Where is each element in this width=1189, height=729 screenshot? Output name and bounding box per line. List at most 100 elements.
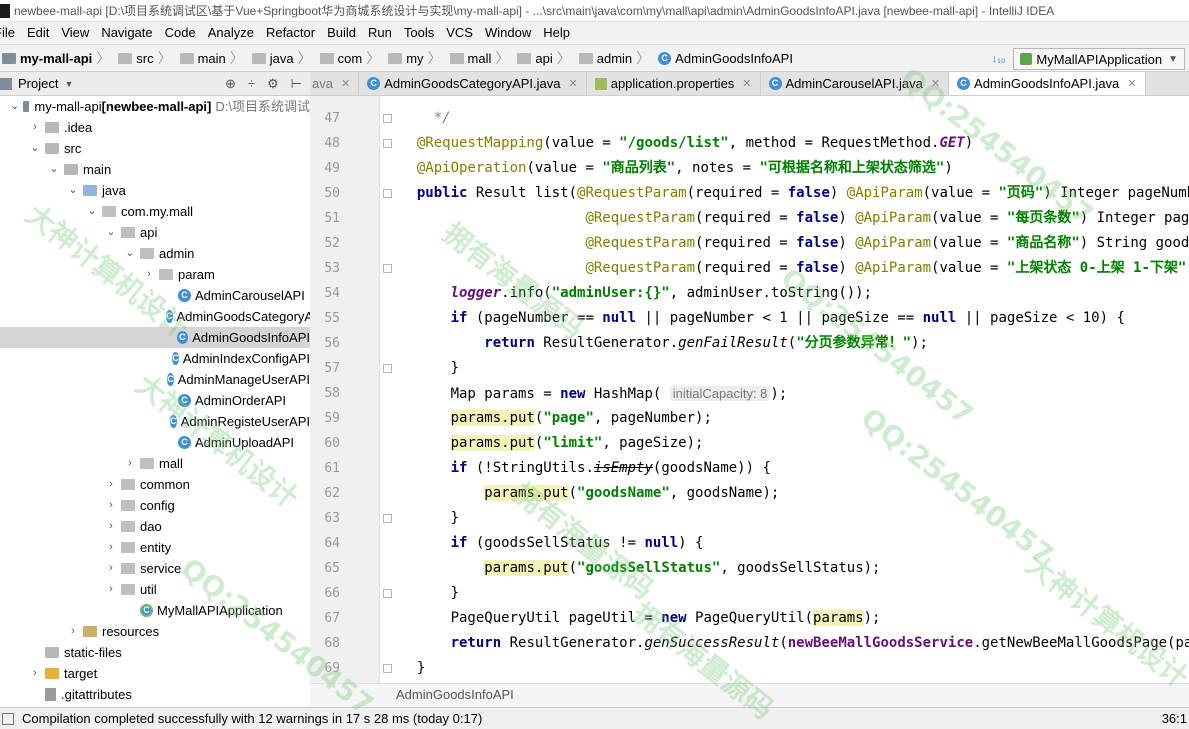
code-line[interactable]: return ResultGenerator.genSuccessResult(… xyxy=(400,631,1189,656)
tree-item[interactable]: ⌄ my-mall-api [newbee-mall-api] D:\项目系统调试 xyxy=(0,96,310,117)
editor-tab[interactable]: C AdminGoodsCategoryAPI.java ✕ xyxy=(359,72,587,95)
editor-tab[interactable]: application.properties ✕ xyxy=(587,72,761,95)
editor-breadcrumb-label[interactable]: AdminGoodsInfoAPI xyxy=(396,687,514,702)
run-config-dropdown[interactable]: MyMallAPIApplication ▼ xyxy=(1013,48,1185,70)
expand-arrow-icon[interactable]: › xyxy=(105,558,117,579)
code-line[interactable]: params.put("limit", pageSize); xyxy=(400,431,703,456)
breadcrumb-item[interactable]: api 〉 xyxy=(515,44,576,72)
tree-item[interactable]: ⌄ api xyxy=(0,222,310,243)
caret-position[interactable]: 36:1 xyxy=(1162,711,1187,726)
expand-arrow-icon[interactable]: › xyxy=(29,663,41,684)
expand-arrow-icon[interactable]: › xyxy=(105,537,117,558)
gear-icon[interactable]: ⚙ xyxy=(267,76,279,92)
code-area[interactable]: */ @RequestMapping(value = "/goods/list"… xyxy=(380,96,1189,683)
collapse-arrow-icon[interactable]: ⌄ xyxy=(105,222,117,243)
collapse-arrow-icon[interactable]: ⌄ xyxy=(86,201,98,222)
code-line[interactable]: if (goodsSellStatus != null) { xyxy=(400,531,704,556)
tree-item[interactable]: › param xyxy=(0,264,310,285)
tree-item[interactable]: ⌄ admin xyxy=(0,243,310,264)
code-line[interactable]: @RequestParam(required = false) @ApiPara… xyxy=(400,231,1189,256)
chevron-down-icon[interactable]: ▼ xyxy=(64,79,73,89)
tree-item[interactable]: › util xyxy=(0,579,310,600)
code-line[interactable]: @RequestParam(required = false) @ApiPara… xyxy=(400,256,1189,281)
menu-code[interactable]: Code xyxy=(159,22,202,44)
tree-item[interactable]: › entity xyxy=(0,537,310,558)
locate-icon[interactable]: ⊕ xyxy=(225,76,236,92)
close-icon[interactable]: ✕ xyxy=(1127,77,1136,90)
breadcrumb-item[interactable]: java 〉 xyxy=(250,44,318,72)
tree-item[interactable]: › resources xyxy=(0,621,310,642)
editor-tab[interactable]: C AdminCarouselAPI.java ✕ xyxy=(761,72,950,95)
menu-navigate[interactable]: Navigate xyxy=(95,22,158,44)
tree-item[interactable]: › .idea xyxy=(0,117,310,138)
menu-vcs[interactable]: VCS xyxy=(440,22,479,44)
menu-build[interactable]: Build xyxy=(321,22,362,44)
code-line[interactable]: public Result list(@RequestParam(require… xyxy=(400,181,1189,206)
code-line[interactable]: } xyxy=(400,506,459,531)
expand-arrow-icon[interactable]: › xyxy=(67,621,79,642)
code-line[interactable]: params.put("goodsName", goodsName); xyxy=(400,481,779,506)
tree-item[interactable]: › target xyxy=(0,663,310,684)
breadcrumb-item[interactable]: mall 〉 xyxy=(448,44,516,72)
collapse-arrow-icon[interactable]: ⌄ xyxy=(48,159,60,180)
tree-item[interactable]: › common xyxy=(0,474,310,495)
breadcrumb-item[interactable]: com 〉 xyxy=(318,44,387,72)
expand-arrow-icon[interactable]: › xyxy=(105,516,117,537)
code-line[interactable]: Map params = new HashMap( initialCapacit… xyxy=(400,381,787,406)
collapse-all-icon[interactable]: ÷ xyxy=(248,76,255,92)
expand-arrow-icon[interactable]: › xyxy=(29,117,41,138)
tree-item[interactable]: static-files xyxy=(0,642,310,663)
code-line[interactable]: params.put("page", pageNumber); xyxy=(400,406,712,431)
tree-item[interactable]: C AdminOrderAPI xyxy=(0,390,310,411)
code-line[interactable]: } xyxy=(400,656,425,681)
code-line[interactable]: PageQueryUtil pageUtil = new PageQueryUt… xyxy=(400,606,880,631)
project-panel-title[interactable]: Project xyxy=(18,76,58,91)
editor-breadcrumb[interactable]: AdminGoodsInfoAPI xyxy=(310,683,1189,707)
menu-file[interactable]: File xyxy=(0,22,21,44)
editor-tab[interactable]: C AdminGoodsInfoAPI.java ✕ xyxy=(949,72,1146,95)
tree-item[interactable]: C MyMallAPIApplication xyxy=(0,600,310,621)
code-line[interactable]: if (pageNumber == null || pageNumber < 1… xyxy=(400,306,1125,331)
menu-run[interactable]: Run xyxy=(362,22,398,44)
breadcrumb-item[interactable]: src 〉 xyxy=(116,44,177,72)
code-line[interactable]: @RequestMapping(value = "/goods/list", m… xyxy=(400,131,973,156)
tree-item[interactable]: › mall xyxy=(0,453,310,474)
code-line[interactable]: */ xyxy=(400,106,451,131)
code-line[interactable]: logger.info("adminUser:{}", adminUser.to… xyxy=(400,281,872,306)
status-message[interactable]: Compilation completed successfully with … xyxy=(22,711,482,726)
breadcrumb-item[interactable]: admin 〉 xyxy=(577,44,656,72)
code-line[interactable]: } xyxy=(400,581,459,606)
close-icon[interactable]: ✕ xyxy=(569,77,578,90)
collapse-arrow-icon[interactable]: ⌄ xyxy=(124,243,136,264)
breadcrumb-item[interactable]: my-mall-api 〉 xyxy=(0,44,116,72)
tree-item[interactable]: C AdminManageUserAPI xyxy=(0,369,310,390)
sort-icon[interactable]: ↓₁₀ xyxy=(992,53,1006,65)
breadcrumb-item[interactable]: C AdminGoodsInfoAPI xyxy=(656,44,795,72)
expand-arrow-icon[interactable]: › xyxy=(124,453,136,474)
menu-view[interactable]: View xyxy=(55,22,95,44)
code-line[interactable]: } xyxy=(400,356,459,381)
tree-item[interactable]: ⌄ java xyxy=(0,180,310,201)
close-icon[interactable]: ✕ xyxy=(341,77,350,90)
breadcrumb-item[interactable]: my 〉 xyxy=(386,44,447,72)
expand-arrow-icon[interactable]: › xyxy=(143,264,155,285)
collapse-arrow-icon[interactable]: ⌄ xyxy=(10,96,19,117)
menu-window[interactable]: Window xyxy=(479,22,537,44)
tree-item[interactable]: C AdminGoodsInfoAPI xyxy=(0,327,310,348)
tree-item[interactable]: C AdminCarouselAPI xyxy=(0,285,310,306)
close-icon[interactable]: ✕ xyxy=(931,77,940,90)
menu-analyze[interactable]: Analyze xyxy=(202,22,260,44)
tree-item[interactable]: .gitattributes xyxy=(0,684,310,705)
close-icon[interactable]: ✕ xyxy=(742,77,751,90)
editor-gutter[interactable]: 47 48 49 50 51 52 53 54 55 56 57 58 59 60 61 62 63 64 65 66… xyxy=(310,96,392,683)
hide-icon[interactable]: ⊢ xyxy=(291,76,302,92)
expand-arrow-icon[interactable]: › xyxy=(105,579,117,600)
tree-item[interactable]: CAdminGoodsCategoryAPI xyxy=(0,306,310,327)
tool-window-toggle-icon[interactable] xyxy=(2,712,14,725)
code-line[interactable]: @ApiOperation(value = "商品列表", notes = "可… xyxy=(400,156,953,181)
tree-item[interactable]: › config xyxy=(0,495,310,516)
tree-item[interactable]: ⌄ main xyxy=(0,159,310,180)
tree-item[interactable]: › dao xyxy=(0,516,310,537)
editor-tab[interactable]: ava ✕ xyxy=(310,72,360,95)
tree-item[interactable]: ⌄ com.my.mall xyxy=(0,201,310,222)
